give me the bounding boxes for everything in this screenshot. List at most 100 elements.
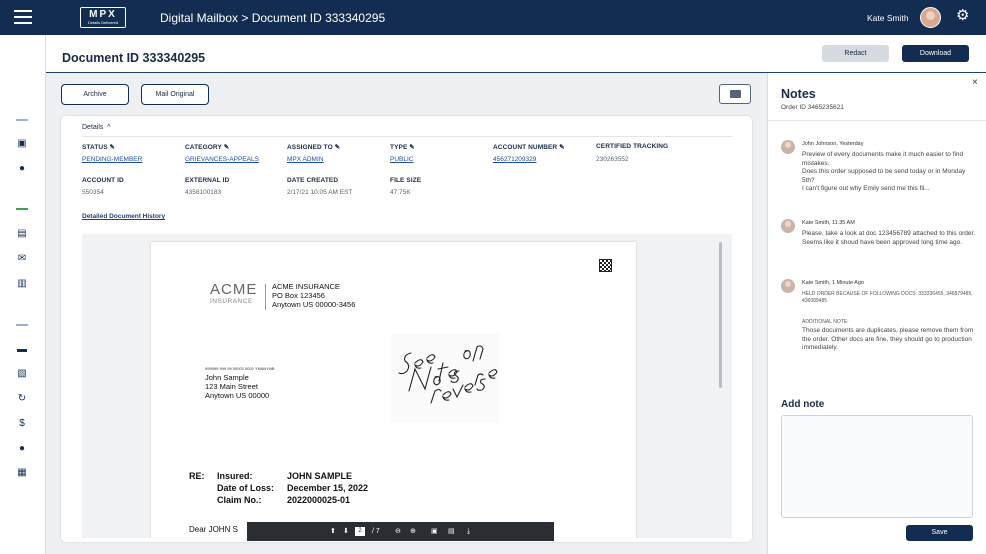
zoom-in-icon[interactable]: ⊕ xyxy=(410,522,416,541)
logo-tagline: Details Delivered xyxy=(87,20,119,25)
document-history-link[interactable]: Detailed Document History xyxy=(82,213,165,220)
sidebar-divider xyxy=(16,324,28,326)
save-button[interactable]: Save xyxy=(906,525,973,541)
handwritten-note xyxy=(391,333,499,423)
divider xyxy=(768,120,986,121)
pdf-toolbar: ⬆ ⬇ 2 / 7 ⊖ ⊕ ▣ ▤ ⤓ xyxy=(247,522,554,541)
download-icon[interactable]: ⤓ xyxy=(467,522,470,541)
note-text: Those documents are duplicates, please r… xyxy=(802,327,974,351)
note-text: Preview of every documents make it much … xyxy=(802,151,966,192)
document-page: ACME INSURANCE ACME INSURANCE PO Box 123… xyxy=(151,242,636,538)
account-number-label: ACCOUNT NUMBER ✎ xyxy=(493,144,565,151)
dollar-icon[interactable]: $ xyxy=(15,417,29,431)
re-label: RE: xyxy=(189,471,205,481)
sidebar: ▣ ● ▤ ✉ ▥ ▬ ▧ ↻ $ ● ▦ xyxy=(0,35,46,554)
assigned-to-value[interactable]: MPX ADMIN xyxy=(287,156,323,163)
account-icon[interactable]: ● xyxy=(15,442,29,456)
redact-button[interactable]: Redact xyxy=(822,45,889,62)
greeting: Dear JOHN S xyxy=(189,525,238,534)
archive-button[interactable]: Archive xyxy=(61,84,129,105)
pencil-icon[interactable]: ✎ xyxy=(110,144,116,151)
note-author: John Johnson, Yesterday xyxy=(802,141,864,147)
note-additional-label: ADDITIONAL NOTE: xyxy=(802,319,849,325)
mpx-logo[interactable]: MPX Details Delivered xyxy=(80,7,126,28)
avatar xyxy=(781,279,795,293)
certified-tracking-label: CERTIFIED TRACKING xyxy=(596,143,669,150)
clipboard-icon[interactable]: ▦ xyxy=(15,466,29,480)
status-value[interactable]: PENDING-MEMBER xyxy=(82,156,142,163)
document-viewer[interactable]: ACME INSURANCE ACME INSURANCE PO Box 123… xyxy=(82,234,732,538)
download-button[interactable]: Download xyxy=(902,45,969,62)
sidebar-divider xyxy=(16,119,28,121)
hamburger-icon[interactable] xyxy=(14,10,32,24)
comment-icon[interactable] xyxy=(719,84,751,104)
page-title: Document ID 333340295 xyxy=(62,51,206,65)
date-of-loss-value: December 15, 2022 xyxy=(287,483,369,493)
note-held-docs: HELD ORDER BECAUSE OF FOLLOWING DOCS: 33… xyxy=(802,291,973,304)
close-icon[interactable]: × xyxy=(972,77,978,88)
top-bar: MPX Details Delivered Digital Mailbox > … xyxy=(0,0,986,35)
external-id-value: 4358100183 xyxy=(185,189,222,196)
truck-icon[interactable]: ▬ xyxy=(15,343,29,357)
type-label: TYPE ✎ xyxy=(390,144,415,151)
category-label: CATEGORY ✎ xyxy=(185,144,230,151)
acme-logo-sub: INSURANCE xyxy=(210,298,253,305)
mail-icon[interactable]: ✉ xyxy=(15,252,29,266)
pencil-icon[interactable]: ✎ xyxy=(409,144,415,151)
note-author: Kate Smith, 1 Minute Ago xyxy=(802,280,865,286)
chart-icon[interactable]: ▣ xyxy=(15,137,29,151)
chevron-up-icon: ^ xyxy=(107,124,111,131)
sidebar-divider-active xyxy=(16,208,28,210)
page-header: Document ID 333340295 Redact Download xyxy=(46,35,986,73)
details-toggle[interactable]: Details ^ xyxy=(82,124,111,131)
claim-label: Claim No.: xyxy=(217,495,262,505)
external-id-label: EXTERNAL ID xyxy=(185,177,230,184)
mail-original-button[interactable]: Mail Original xyxy=(141,84,209,105)
certified-tracking-value: 230263552 xyxy=(596,156,629,163)
pencil-icon[interactable]: ✎ xyxy=(335,144,341,151)
user-name[interactable]: Kate Smith xyxy=(867,13,909,23)
page-number-input[interactable]: 2 xyxy=(355,527,365,536)
add-note-title: Add note xyxy=(781,399,825,410)
acme-logo: ACME xyxy=(210,281,258,298)
insured-value: JOHN SAMPLE xyxy=(287,471,353,481)
page-view-icon[interactable]: ▤ xyxy=(448,522,455,541)
sender-address: ACME INSURANCE PO Box 123456 Anytown US … xyxy=(272,282,356,309)
logo-text: MPX xyxy=(89,9,117,20)
zoom-out-icon[interactable]: ⊖ xyxy=(395,522,401,541)
gear-icon[interactable]: ⚙ xyxy=(956,8,969,24)
claim-value: 2022000025-01 xyxy=(287,495,351,505)
mail-barcode: 999999 999 99 00001 0001 YNNNYNB xyxy=(205,366,275,371)
insured-label: Insured: xyxy=(217,471,253,481)
files-icon[interactable]: ▧ xyxy=(15,367,29,381)
pencil-icon[interactable]: ✎ xyxy=(559,144,565,151)
file-size-value: 47.75K xyxy=(390,189,411,196)
add-note-input[interactable] xyxy=(781,415,973,518)
document-icon[interactable]: ▤ xyxy=(15,227,29,241)
breadcrumb: Digital Mailbox > Document ID 333340295 xyxy=(160,11,386,25)
refresh-icon[interactable]: ↻ xyxy=(15,392,29,406)
page-total: / 7 xyxy=(372,528,380,535)
document-edit-icon[interactable]: ▥ xyxy=(15,277,29,291)
avatar xyxy=(781,140,795,154)
page-down-icon[interactable]: ⬇ xyxy=(343,522,349,541)
note-text: Please, take a look at doc 123456789 att… xyxy=(802,230,976,246)
account-id-value: 550354 xyxy=(82,189,104,196)
user-circle-icon[interactable]: ● xyxy=(15,162,29,176)
qr-code-icon xyxy=(599,259,612,272)
divider xyxy=(82,136,733,137)
status-label: STATUS ✎ xyxy=(82,144,116,151)
category-value[interactable]: GRIEVANCES-APPEALS xyxy=(185,156,259,163)
page-up-icon[interactable]: ⬆ xyxy=(330,522,336,541)
account-number-value[interactable]: 456271209329 xyxy=(493,156,536,163)
avatar[interactable] xyxy=(920,7,941,28)
type-value[interactable]: PUBLIC xyxy=(390,156,413,163)
notes-title: Notes xyxy=(781,87,816,101)
avatar xyxy=(781,219,795,233)
recipient-address: John Sample 123 Main Street Anytown US 0… xyxy=(205,373,270,400)
details-toggle-label: Details xyxy=(82,124,104,131)
fit-page-icon[interactable]: ▣ xyxy=(431,522,438,541)
date-of-loss-label: Date of Loss: xyxy=(217,483,275,493)
viewer-scrollbar[interactable] xyxy=(719,242,722,388)
pencil-icon[interactable]: ✎ xyxy=(224,144,230,151)
